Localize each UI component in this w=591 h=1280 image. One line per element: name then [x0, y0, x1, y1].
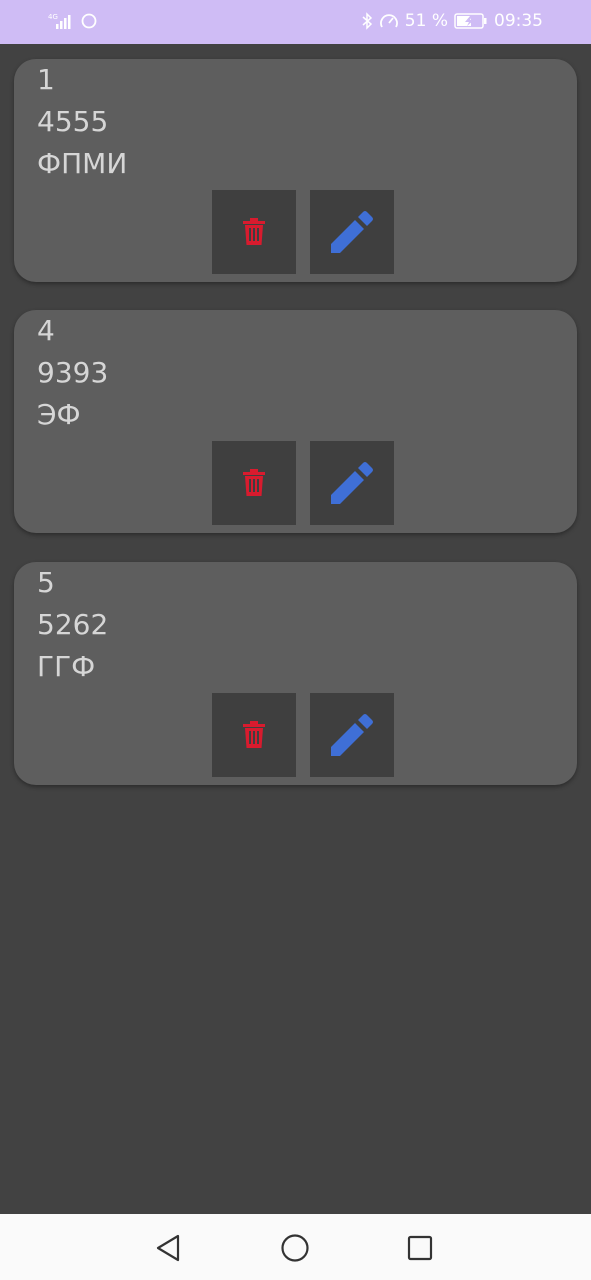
speedometer-icon	[379, 14, 398, 28]
list-item: 4 9393 ЭФ	[14, 310, 577, 533]
signal-icon: 4G	[48, 13, 71, 29]
item-faculty: ЭФ	[37, 398, 81, 431]
item-faculty: ФПМИ	[37, 147, 128, 180]
edit-button[interactable]	[310, 441, 394, 525]
recents-button[interactable]	[404, 1232, 436, 1264]
item-id: 1	[37, 63, 55, 96]
list-item: 5 5262 ГГФ	[14, 562, 577, 785]
pencil-icon	[331, 462, 373, 504]
delete-button[interactable]	[212, 693, 296, 777]
home-button[interactable]	[279, 1232, 311, 1264]
back-button[interactable]	[153, 1232, 185, 1264]
status-right: 51 % 09:35	[361, 11, 543, 31]
edit-button[interactable]	[310, 693, 394, 777]
recents-square-icon	[407, 1235, 433, 1261]
trash-icon	[243, 721, 265, 748]
item-id: 5	[37, 566, 55, 599]
svg-text:4G: 4G	[48, 13, 58, 21]
item-faculty: ГГФ	[37, 650, 96, 683]
card-list: 1 4555 ФПМИ 4 9393 ЭФ 5 5262 ГГФ	[0, 44, 591, 1214]
system-nav-bar	[0, 1214, 591, 1280]
item-id: 4	[37, 314, 55, 347]
delete-button[interactable]	[212, 441, 296, 525]
sync-icon	[81, 13, 97, 29]
list-item: 1 4555 ФПМИ	[14, 59, 577, 282]
back-triangle-icon	[156, 1234, 180, 1262]
home-circle-icon	[281, 1234, 309, 1262]
status-bar: 4G 51 % 09:35	[0, 0, 591, 44]
edit-button[interactable]	[310, 190, 394, 274]
pencil-icon	[331, 714, 373, 756]
delete-button[interactable]	[212, 190, 296, 274]
item-number: 5262	[37, 608, 109, 641]
trash-icon	[243, 469, 265, 496]
battery-charging-icon	[454, 13, 487, 29]
trash-icon	[243, 218, 265, 245]
bluetooth-icon	[362, 12, 372, 30]
item-number: 9393	[37, 356, 109, 389]
battery-percent: 51 %	[404, 11, 448, 31]
status-left: 4G	[48, 12, 98, 30]
item-number: 4555	[37, 105, 109, 138]
clock: 09:35	[494, 11, 543, 31]
pencil-icon	[331, 211, 373, 253]
